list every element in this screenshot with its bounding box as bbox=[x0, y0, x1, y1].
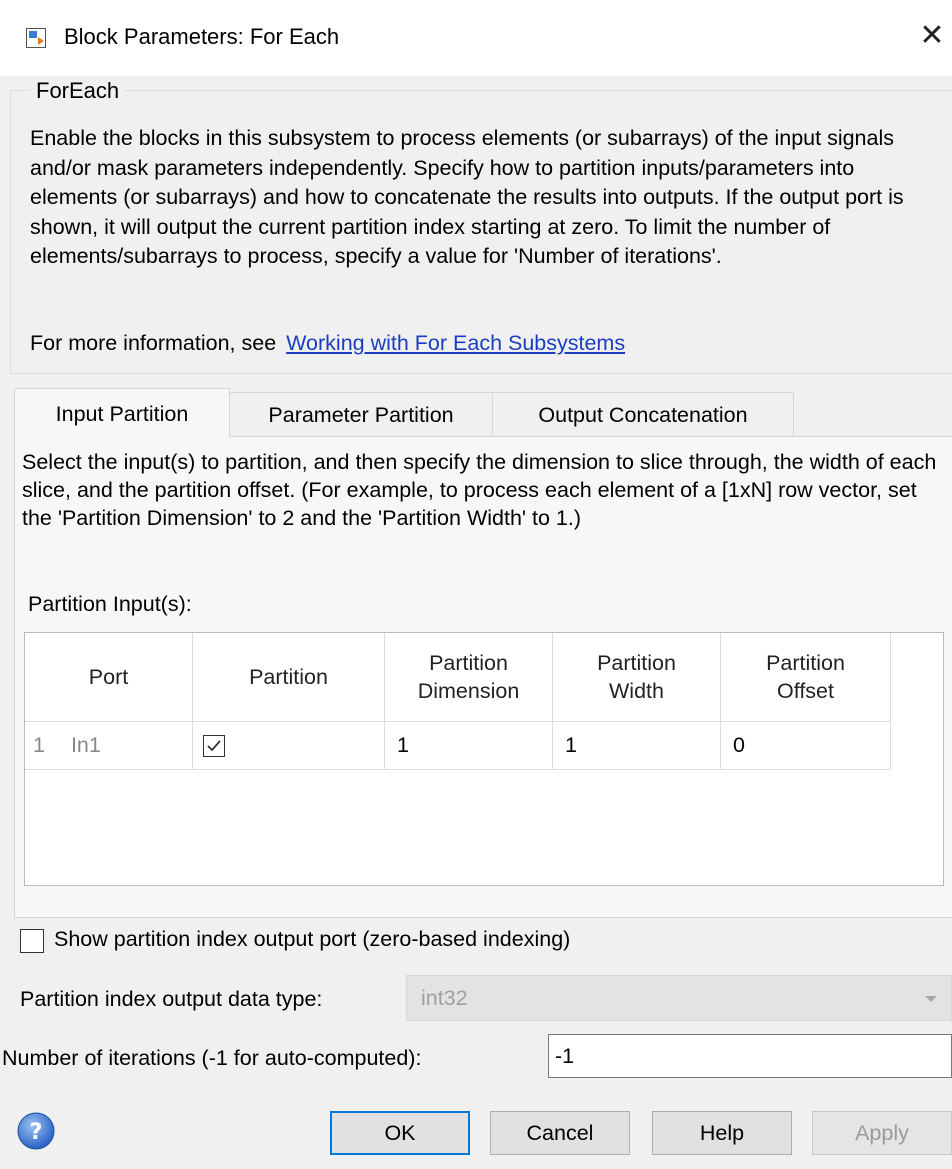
column-header-partition-offset: Partition Offset bbox=[721, 633, 891, 721]
help-icon[interactable]: ? bbox=[16, 1111, 56, 1151]
iterations-label: Number of iterations (-1 for auto-comput… bbox=[2, 1046, 422, 1070]
column-header-partition-dimension: Partition Dimension bbox=[385, 633, 553, 721]
apply-button[interactable]: Apply bbox=[812, 1111, 952, 1155]
index-data-type-label: Partition index output data type: bbox=[20, 987, 323, 1011]
show-index-port-label: Show partition index output port (zero-b… bbox=[54, 927, 571, 951]
iterations-input[interactable] bbox=[548, 1034, 952, 1078]
port-cell: 1 In1 bbox=[25, 722, 193, 769]
ok-button[interactable]: OK bbox=[330, 1111, 470, 1155]
help-button[interactable]: Help bbox=[652, 1111, 792, 1155]
column-header-port: Port bbox=[25, 633, 193, 721]
cancel-button[interactable]: Cancel bbox=[490, 1111, 630, 1155]
checkmark-icon bbox=[207, 740, 221, 752]
row-separator bbox=[25, 769, 891, 770]
chevron-down-icon bbox=[925, 996, 937, 1002]
column-header-partition: Partition bbox=[193, 633, 385, 721]
row-index: 1 bbox=[33, 733, 45, 757]
for-each-doc-link[interactable]: Working with For Each Subsystems bbox=[286, 331, 625, 355]
partition-checkbox[interactable] bbox=[203, 735, 225, 758]
input-partition-description: Select the input(s) to partition, and th… bbox=[22, 450, 937, 530]
tab-parameter-partition[interactable]: Parameter Partition bbox=[228, 392, 494, 437]
partition-cell bbox=[193, 722, 385, 769]
title-bar: Block Parameters: For Each ✕ bbox=[0, 0, 952, 76]
tab-input-partition[interactable]: Input Partition bbox=[14, 388, 230, 438]
index-data-type-value: int32 bbox=[421, 986, 468, 1010]
svg-text:?: ? bbox=[30, 1120, 43, 1145]
show-index-port-checkbox[interactable] bbox=[20, 929, 44, 953]
more-info-prefix: For more information, see bbox=[30, 331, 277, 355]
partition-inputs-table: Port Partition Partition Dimension Parti… bbox=[24, 632, 944, 886]
simulink-block-icon bbox=[26, 28, 46, 48]
column-header-partition-width: Partition Width bbox=[553, 633, 721, 721]
window-title: Block Parameters: For Each bbox=[64, 24, 340, 49]
port-name: In1 bbox=[70, 733, 101, 757]
partition-offset-cell[interactable]: 0 bbox=[721, 722, 891, 769]
more-info-line: For more information, see Working with Fo… bbox=[30, 331, 625, 356]
close-icon[interactable]: ✕ bbox=[918, 20, 946, 52]
group-description: Enable the blocks in this subsystem to p… bbox=[30, 126, 904, 268]
partition-inputs-label: Partition Input(s): bbox=[28, 592, 192, 616]
group-legend: ForEach bbox=[30, 78, 126, 104]
partition-width-cell[interactable]: 1 bbox=[553, 722, 721, 769]
partition-dimension-cell[interactable]: 1 bbox=[385, 722, 553, 769]
tab-output-concatenation[interactable]: Output Concatenation bbox=[492, 392, 794, 437]
index-data-type-select[interactable]: int32 bbox=[406, 975, 952, 1021]
